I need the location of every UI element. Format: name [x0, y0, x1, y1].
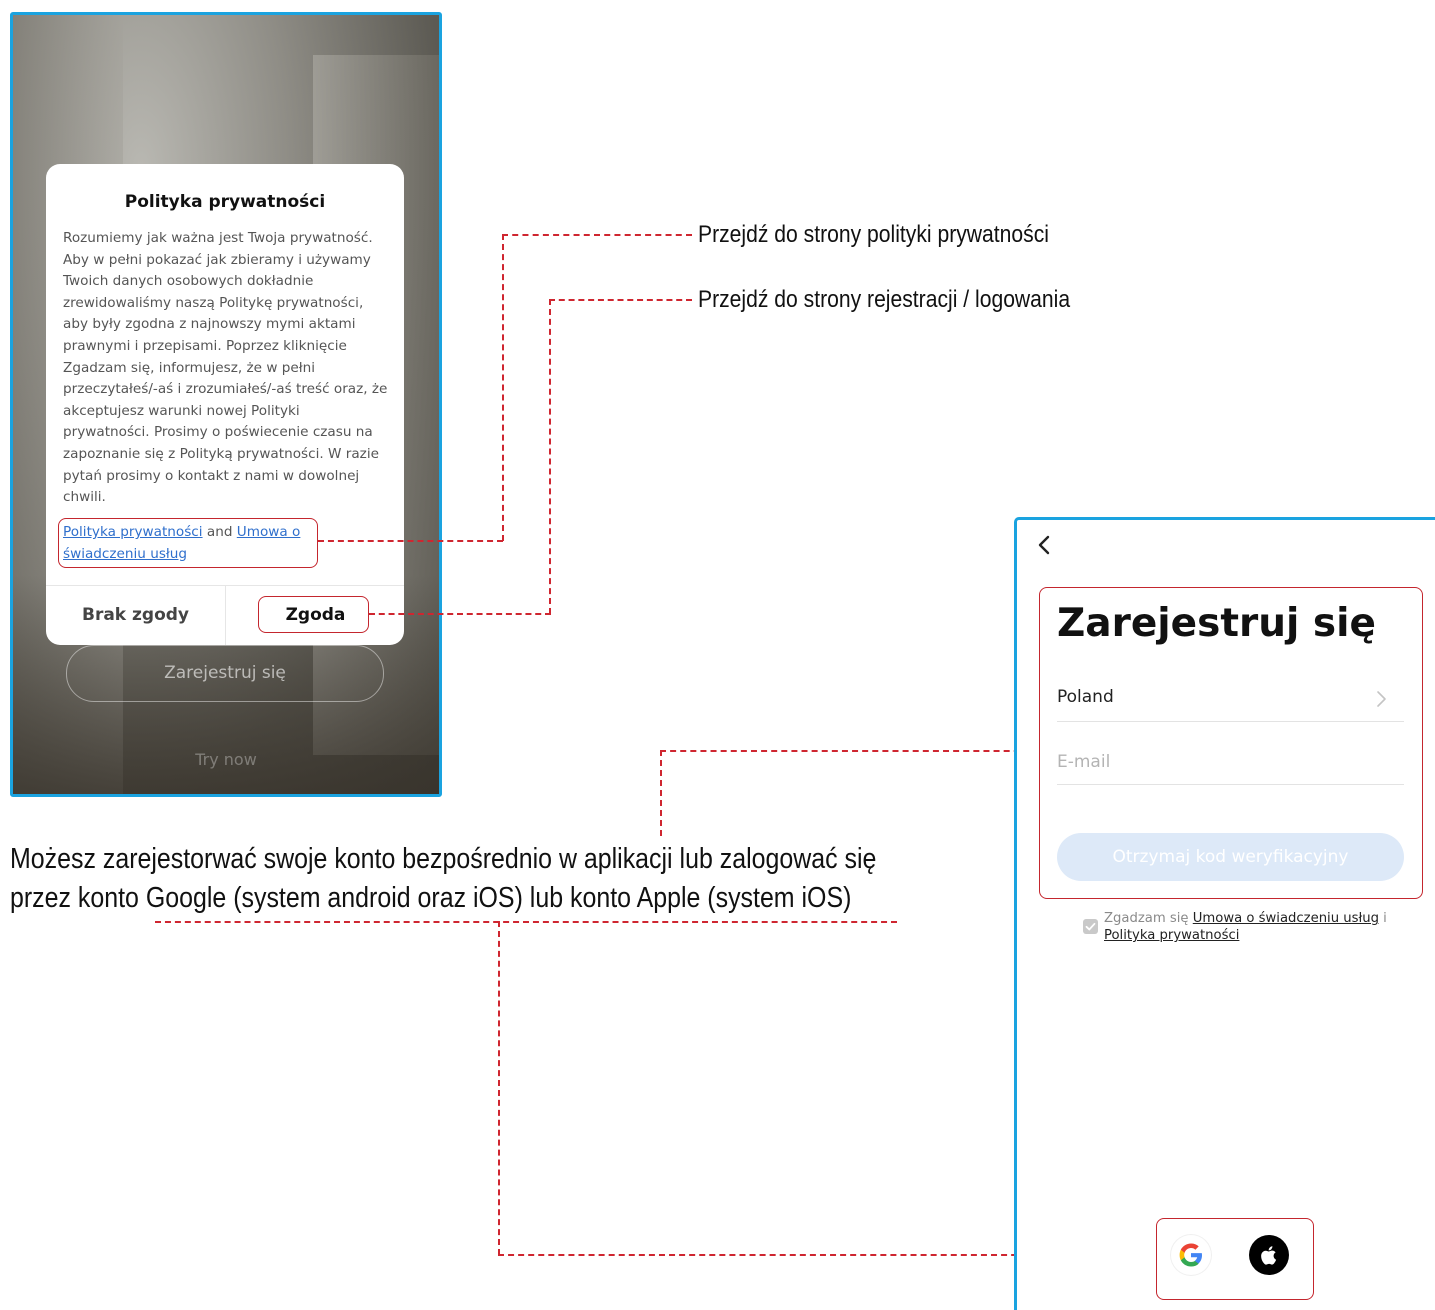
accept-button-highlight — [258, 596, 369, 633]
privacy-links-highlight — [58, 518, 318, 568]
social-login-highlight — [1156, 1218, 1314, 1300]
connector-line — [549, 299, 692, 301]
privacy-link-annotation: Przejdź do strony polityki prywatności — [698, 221, 1049, 248]
back-arrow-icon[interactable] — [1034, 532, 1058, 558]
dialog-body-text: Rozumiemy jak ważna jest Twoja prywatnoś… — [63, 230, 388, 506]
register-annotation: Możesz zarejestorwać swoje konto bezpośr… — [10, 843, 877, 914]
register-form-highlight — [1039, 587, 1423, 899]
connector-line — [660, 750, 1040, 752]
agreement-line: Zgadzam się Umowa o świadczeniu usług i … — [1104, 910, 1409, 944]
privacy-dialog: Polityka prywatności Rozumiemy jak ważna… — [46, 164, 404, 645]
connector-line — [498, 921, 500, 1255]
connector-line — [318, 540, 503, 542]
agree-and: i — [1378, 911, 1387, 926]
register-button[interactable]: Zarejestruj się — [66, 645, 384, 702]
accept-annotation: Przejdź do strony rejestracji / logowani… — [698, 286, 1071, 313]
agree-checkbox[interactable] — [1083, 919, 1098, 934]
connector-line — [660, 750, 662, 836]
try-now-link[interactable]: Try now — [13, 750, 439, 769]
privacy-policy-link[interactable]: Polityka prywatności — [1104, 928, 1239, 943]
decline-button[interactable]: Brak zgody — [46, 585, 225, 645]
connector-line — [369, 613, 551, 615]
privacy-screen: Polityka prywatności Rozumiemy jak ważna… — [10, 12, 442, 797]
dialog-title: Polityka prywatności — [124, 192, 326, 212]
connector-line — [549, 299, 551, 614]
terms-of-service-link[interactable]: Umowa o świadczeniu usług — [1193, 911, 1379, 926]
agree-prefix: Zgadzam się — [1104, 911, 1193, 926]
connector-line — [155, 921, 897, 923]
checkmark-icon — [1085, 922, 1096, 931]
connector-line — [502, 234, 692, 236]
connector-line — [502, 234, 504, 541]
